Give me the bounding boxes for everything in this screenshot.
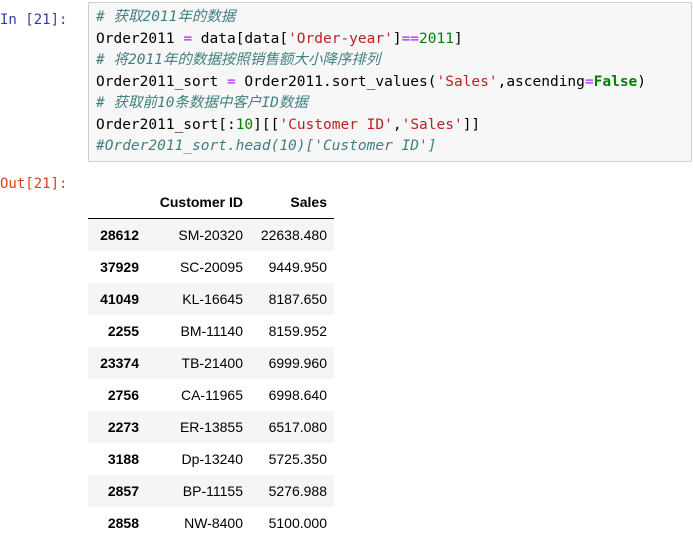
cell-sales: 22638.480	[260, 227, 327, 243]
header-index	[88, 186, 146, 219]
cell-customer-id: SC-20095	[179, 259, 243, 275]
cell-customer-id: NW-8400	[184, 515, 243, 531]
table-row: 2255 BM-11140 8159.952	[88, 315, 334, 347]
table-row: 2858 NW-8400 5100.000	[88, 507, 334, 539]
cell-sales: 8187.650	[268, 291, 327, 307]
code-token: False	[593, 73, 638, 90]
code-token: ,ascending	[497, 73, 585, 90]
code-token: #Order2011_sort.head(10)['Customer ID']	[96, 138, 437, 154]
table-row: 37929 SC-20095 9449.950	[88, 251, 334, 283]
cell-sales: 6517.080	[268, 419, 327, 435]
code-token: Order2011.sort_values(	[235, 73, 437, 90]
code-line: Order2011_sort[:10][['Customer ID','Sale…	[96, 115, 691, 137]
cell-sales: 6998.640	[268, 387, 327, 403]
code-token: Order2011	[96, 30, 184, 47]
output-prompt-label: Out[21]:	[0, 176, 68, 192]
header-row: Customer ID Sales	[88, 186, 334, 219]
code-token: Order2011_sort	[96, 73, 227, 90]
code-token: )	[637, 73, 647, 90]
row-index: 3188	[107, 451, 139, 467]
code-token: ]	[453, 30, 463, 47]
code-line: #Order2011_sort.head(10)['Customer ID']	[96, 136, 691, 158]
table-row: 28612 SM-20320 22638.480	[88, 218, 334, 251]
cell-customer-id: ER-13855	[179, 419, 243, 435]
cell-sales: 5100.000	[268, 515, 327, 531]
code-token: ==	[401, 30, 420, 47]
row-index: 28612	[100, 227, 139, 243]
code-token: =	[183, 30, 193, 47]
table-row: 41049 KL-16645 8187.650	[88, 283, 334, 315]
table-row: 23374 TB-21400 6999.960	[88, 347, 334, 379]
code-token: =	[584, 73, 594, 90]
code-token: # 获取前10条数据中客户ID数据	[96, 95, 308, 111]
code-token: ,	[392, 116, 402, 133]
cell-customer-id: CA-11965	[180, 387, 243, 403]
cell-customer-id: BM-11140	[180, 323, 243, 339]
row-index: 2255	[107, 323, 139, 339]
cell-customer-id: Dp-13240	[181, 451, 244, 467]
cell-sales: 5276.988	[268, 483, 327, 499]
code-token: =	[226, 73, 236, 90]
code-line: Order2011_sort = Order2011.sort_values('…	[96, 72, 691, 94]
row-index: 2273	[107, 419, 139, 435]
code-input-area[interactable]: # 获取2011年的数据 Order2011 = data[data['Order…	[88, 2, 692, 162]
code-token: 'Sales'	[436, 73, 498, 90]
code-token: 2011	[419, 30, 454, 47]
cell-customer-id: SM-20320	[178, 227, 243, 243]
code-token: ][[	[253, 116, 280, 133]
row-index: 23374	[100, 355, 139, 371]
cell-sales: 9449.950	[268, 259, 327, 275]
code-token: # 获取2011年的数据	[96, 9, 236, 25]
output-area: Customer ID Sales 28612 SM-20320 22638.480…	[88, 186, 334, 539]
table-header: Customer ID Sales	[88, 186, 334, 219]
code-line: Order2011 = data[data['Order-year']==201…	[96, 29, 691, 51]
code-line: # 获取2011年的数据	[96, 7, 691, 29]
cell-sales: 6999.960	[268, 355, 327, 371]
row-index: 2756	[107, 387, 139, 403]
row-index: 41049	[100, 291, 139, 307]
header-sales: Sales	[250, 186, 334, 219]
code-token: # 将2011年的数据按照销售额大小降序排列	[96, 52, 381, 68]
cell-sales: 5725.350	[268, 451, 327, 467]
input-prompt-label: In [21]:	[0, 12, 68, 28]
table-row: 2273 ER-13855 6517.080	[88, 411, 334, 443]
output-prompt: Out[21]:	[0, 174, 86, 194]
cell-customer-id: KL-16645	[182, 291, 243, 307]
code-token: ]]	[462, 116, 481, 133]
row-index: 2858	[107, 515, 139, 531]
code-token: 10	[235, 116, 254, 133]
table-row: 2857 BP-11155 5276.988	[88, 475, 334, 507]
cell-customer-id: BP-11155	[182, 483, 243, 499]
code-token: ]	[392, 30, 402, 47]
dataframe-table: Customer ID Sales 28612 SM-20320 22638.480…	[88, 186, 334, 539]
code-line: # 将2011年的数据按照销售额大小降序排列	[96, 50, 691, 72]
code-token: 'Order-year'	[288, 30, 393, 47]
table-body: 28612 SM-20320 22638.480 37929 SC-20095 9449.…	[88, 218, 334, 540]
header-customer-id: Customer ID	[146, 186, 250, 219]
table-row: 2756 CA-11965 6998.640	[88, 379, 334, 411]
row-index: 2857	[107, 483, 139, 499]
code-line: # 获取前10条数据中客户ID数据	[96, 93, 691, 115]
code-token: 'Sales'	[401, 116, 463, 133]
code-token: 'Customer ID'	[279, 116, 393, 133]
row-index: 37929	[100, 259, 139, 275]
table-row: 3188 Dp-13240 5725.350	[88, 443, 334, 475]
code-token: data[data[	[192, 30, 289, 47]
input-prompt: In [21]:	[0, 10, 86, 30]
code-token: Order2011_sort[:	[96, 116, 236, 133]
cell-sales: 8159.952	[268, 323, 327, 339]
cell-customer-id: TB-21400	[181, 355, 243, 371]
